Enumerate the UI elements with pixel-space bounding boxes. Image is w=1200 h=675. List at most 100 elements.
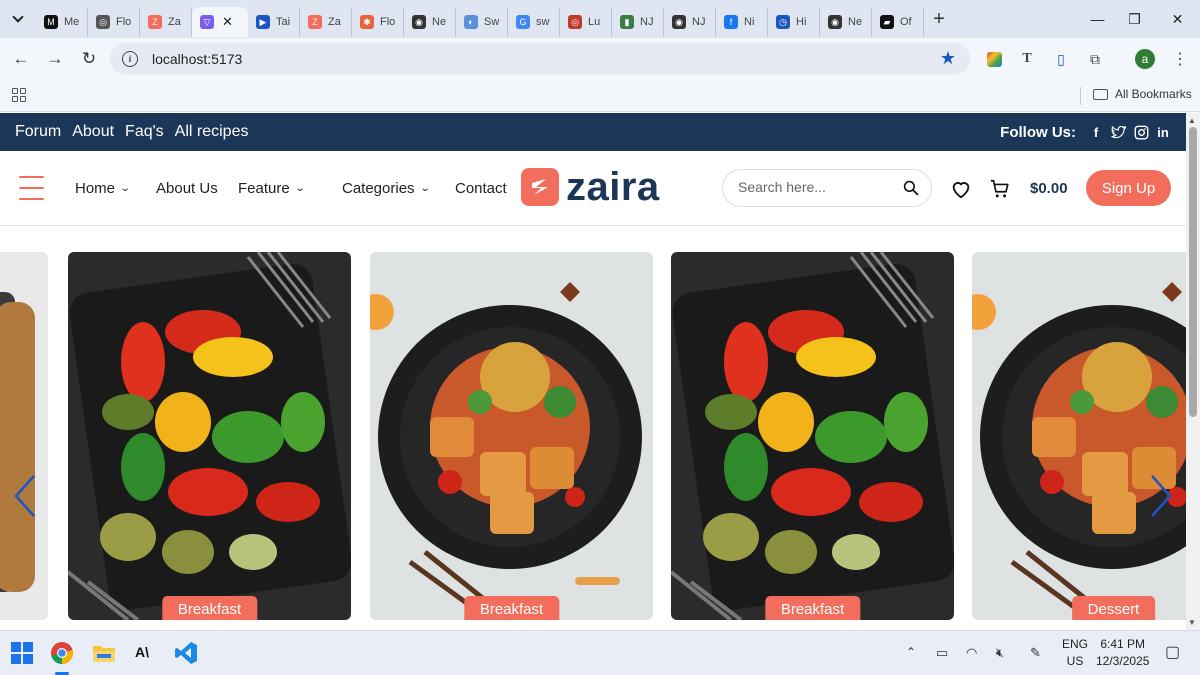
cart-icon[interactable]	[989, 178, 1011, 200]
linkedin-icon[interactable]: in	[1155, 124, 1171, 140]
forward-button[interactable]: →	[38, 42, 72, 76]
tab-favicon-icon: ◎	[96, 15, 110, 29]
language-indicator[interactable]: ENG US	[1062, 636, 1088, 670]
topbar-link-about[interactable]: About	[72, 123, 114, 141]
nav-item-home[interactable]: Home ⌄	[75, 180, 131, 197]
nav-item-label: Feature	[238, 180, 290, 197]
url-text: localhost:5173	[152, 51, 243, 67]
nav-item-label: Contact	[455, 180, 507, 197]
bookmark-star-icon[interactable]: ★	[940, 48, 956, 69]
app-a-icon[interactable]: A\	[135, 644, 159, 668]
extension-document-icon[interactable]: ▯	[1051, 49, 1071, 69]
system-clock[interactable]: 6:41 PM 12/3/2025	[1096, 636, 1149, 670]
nav-item-about-us[interactable]: About Us	[156, 180, 218, 197]
topbar-link-all-recipes[interactable]: All recipes	[175, 123, 249, 141]
search-input[interactable]	[738, 179, 898, 195]
hamburger-menu-icon[interactable]	[19, 176, 44, 200]
heart-icon[interactable]	[950, 178, 972, 200]
show-hidden-icons-icon[interactable]: ⌃	[906, 645, 916, 659]
browser-tab[interactable]: ▶ Tai	[248, 7, 300, 37]
windows-start-icon[interactable]	[10, 641, 34, 665]
back-button[interactable]: ←	[4, 42, 38, 76]
browser-tab[interactable]: ◉ Ne	[404, 7, 456, 37]
category-badge[interactable]: Breakfast	[463, 596, 560, 620]
browser-tab[interactable]: ◷ Hi	[768, 7, 820, 37]
restore-button[interactable]: ❐	[1112, 0, 1157, 38]
scrollbar-thumb[interactable]	[1189, 127, 1197, 417]
nav-item-contact[interactable]: Contact	[455, 180, 507, 197]
recipe-card[interactable]: Breakfast	[671, 252, 954, 620]
extension-text-icon[interactable]: T	[1017, 49, 1037, 69]
scroll-down-icon[interactable]: ▼	[1188, 618, 1196, 627]
twitter-icon[interactable]	[1110, 124, 1126, 140]
chrome-icon[interactable]	[50, 641, 74, 665]
browser-tab[interactable]: ▮ NJ	[612, 7, 664, 37]
extension-color-icon[interactable]	[984, 49, 1004, 69]
browser-tab[interactable]: ◉ NJ	[664, 7, 716, 37]
file-explorer-icon[interactable]	[92, 641, 116, 665]
tab-favicon-icon: G	[516, 15, 530, 29]
notifications-icon[interactable]: ▢	[1165, 642, 1180, 662]
browser-tab[interactable]: ✱ Flo	[352, 7, 404, 37]
browser-tab[interactable]: f Ni	[716, 7, 768, 37]
tab-favicon-icon: ✱	[360, 15, 374, 29]
close-tab-icon[interactable]: ✕	[222, 14, 233, 30]
scroll-up-icon[interactable]: ▲	[1188, 116, 1196, 125]
tab-favicon-icon: f	[724, 15, 738, 29]
topbar-link-forum[interactable]: Forum	[15, 123, 61, 141]
tab-title: Ni	[744, 16, 755, 28]
category-badge[interactable]: Dessert	[1071, 596, 1156, 620]
browser-tab[interactable]: Gsw	[508, 7, 560, 37]
site-logo[interactable]: zaira	[521, 165, 660, 209]
page-scrollbar[interactable]: ▲ ▼	[1186, 113, 1200, 630]
tab-title: Flo	[116, 16, 132, 28]
wifi-icon[interactable]: ◠	[966, 645, 977, 661]
sign-up-button[interactable]: Sign Up	[1086, 170, 1171, 206]
instagram-icon[interactable]	[1133, 124, 1149, 140]
browser-tab[interactable]: Z Za	[140, 7, 192, 37]
recipe-card[interactable]: Breakfast	[68, 252, 351, 620]
browser-tab[interactable]: ◎ Lu	[560, 7, 612, 37]
address-bar[interactable]: i localhost:5173 ★	[110, 43, 970, 75]
nav-item-feature[interactable]: Feature ⌄	[238, 180, 305, 197]
category-badge[interactable]: Breakfast	[764, 596, 861, 620]
search-icon[interactable]	[903, 180, 919, 196]
logo-text: zaira	[566, 165, 660, 209]
tab-favicon-icon: ▰	[880, 15, 894, 29]
all-bookmarks-button[interactable]: All Bookmarks	[1093, 87, 1192, 101]
carousel-next-arrow-icon[interactable]	[1146, 472, 1176, 520]
site-info-icon[interactable]: i	[122, 51, 138, 67]
browser-tab[interactable]: ◉ Ne	[820, 7, 872, 37]
tab-favicon-icon: ◷	[776, 15, 790, 29]
recipe-card[interactable]: Dessert	[972, 252, 1186, 620]
carousel-prev-arrow-icon[interactable]	[10, 472, 40, 520]
apps-grid-icon[interactable]	[12, 88, 26, 102]
vscode-icon[interactable]	[174, 641, 198, 665]
browser-tab-active[interactable]: ▽ ✕	[192, 7, 248, 37]
volume-muted-icon[interactable]: 🔇︎	[996, 645, 1004, 661]
tab-title: sw	[536, 16, 550, 28]
profile-avatar[interactable]: a	[1135, 49, 1155, 69]
new-tab-button[interactable]: +	[924, 0, 954, 38]
topbar-links: Forum About Faq's All recipes	[15, 123, 248, 141]
recipe-image	[0, 252, 48, 620]
recipe-card[interactable]: Breakfast	[370, 252, 653, 620]
recipe-card-partial[interactable]	[0, 252, 48, 620]
battery-icon[interactable]: ▭	[936, 645, 948, 661]
category-badge[interactable]: Breakfast	[161, 596, 258, 620]
browser-tab[interactable]: M Me	[36, 7, 88, 37]
extensions-puzzle-icon[interactable]: ⧉	[1085, 49, 1105, 69]
pen-icon[interactable]: ✎	[1030, 645, 1041, 661]
reload-button[interactable]: ↻	[72, 42, 106, 76]
topbar-link-faqs[interactable]: Faq's	[125, 123, 164, 141]
tab-search-button[interactable]	[0, 0, 36, 38]
browser-tab[interactable]: ▰ Of	[872, 7, 924, 37]
browser-menu-icon[interactable]: ⋮	[1170, 49, 1190, 69]
tab-title: Hi	[796, 16, 807, 28]
browser-tab[interactable]: ◐ Sw	[456, 7, 508, 37]
browser-tab[interactable]: ◎ Flo	[88, 7, 140, 37]
browser-tab[interactable]: Z Za	[300, 7, 352, 37]
nav-item-categories[interactable]: Categories ⌄	[342, 180, 430, 197]
facebook-icon[interactable]: f	[1088, 124, 1104, 140]
close-window-button[interactable]: ✕	[1155, 0, 1200, 38]
